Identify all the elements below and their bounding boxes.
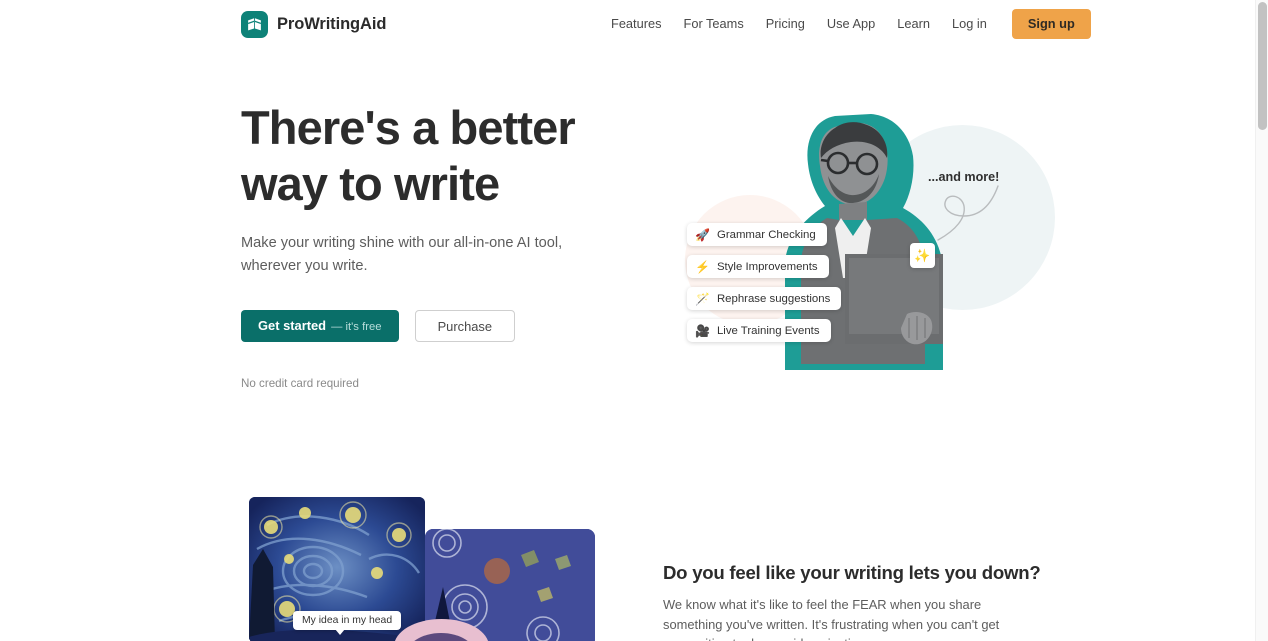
camera-icon: 🎥 xyxy=(695,323,710,338)
get-started-button[interactable]: Get started — it's free xyxy=(241,310,399,342)
get-started-label: Get started xyxy=(258,318,327,333)
feature-badge-label: Live Training Events xyxy=(716,324,820,337)
feature-badge-list: 🚀 Grammar Checking ⚡ Style Improvements … xyxy=(687,223,842,342)
wand-icon: 🪄 xyxy=(695,291,710,306)
page-root: ProWritingAid Features For Teams Pricing… xyxy=(0,0,1268,641)
nav-link-log-in[interactable]: Log in xyxy=(941,12,998,37)
nav-link-learn[interactable]: Learn xyxy=(886,12,941,37)
nav-link-features[interactable]: Features xyxy=(600,12,673,37)
no-credit-card-note: No credit card required xyxy=(241,377,359,390)
nav-link-for-teams[interactable]: For Teams xyxy=(673,12,755,37)
page-scrollbar[interactable] xyxy=(1255,0,1268,641)
book-check-icon xyxy=(241,11,268,38)
feature-badge-live-training-events: 🎥 Live Training Events xyxy=(687,319,831,342)
hero-cta-group: Get started — it's free Purchase xyxy=(241,310,641,342)
sparkles-icon: ✨ xyxy=(910,243,935,268)
hero-illustration: ...and more! ✨ 🚀 Grammar Checking ⚡ Styl… xyxy=(655,100,1055,390)
brand-logo-link[interactable]: ProWritingAid xyxy=(241,11,386,38)
main-navigation: Features For Teams Pricing Use App Learn… xyxy=(600,0,1091,48)
bolt-icon: ⚡ xyxy=(695,259,710,274)
nav-link-use-app[interactable]: Use App xyxy=(816,12,886,37)
hero-title: There's a better way to write xyxy=(241,101,576,210)
feature-badge-label: Rephrase suggestions xyxy=(716,292,831,305)
hero-section: There's a better way to write Make your … xyxy=(241,100,641,390)
hero-subtitle: Make your writing shine with our all-in-… xyxy=(241,235,563,274)
lower-section-title: Do you feel like your writing lets you d… xyxy=(663,562,1041,583)
artwork-comparison: My idea in my head xyxy=(249,497,595,641)
lower-section-body: We know what it's like to feel the FEAR … xyxy=(663,597,1000,641)
scrollbar-thumb[interactable] xyxy=(1258,2,1267,130)
idea-caption-bubble: My idea in my head xyxy=(293,611,402,635)
decorative-purple-shape xyxy=(406,633,476,641)
feature-badge-grammar-checking: 🚀 Grammar Checking xyxy=(687,223,827,246)
sign-up-button[interactable]: Sign up xyxy=(1011,8,1091,40)
and-more-annotation: ...and more! xyxy=(928,170,1000,184)
nav-link-pricing[interactable]: Pricing xyxy=(755,12,816,37)
get-started-suffix: — it's free xyxy=(331,321,382,333)
site-header: ProWritingAid Features For Teams Pricing… xyxy=(0,0,1256,48)
feature-badge-style-improvements: ⚡ Style Improvements xyxy=(687,255,829,278)
purchase-button[interactable]: Purchase xyxy=(414,310,516,342)
lower-content-section: Do you feel like your writing lets you d… xyxy=(663,562,1041,641)
rocket-icon: 🚀 xyxy=(695,227,710,242)
feature-badge-label: Style Improvements xyxy=(716,260,818,273)
feature-badge-rephrase-suggestions: 🪄 Rephrase suggestions xyxy=(687,287,842,310)
feature-badge-label: Grammar Checking xyxy=(716,228,816,241)
brand-name: ProWritingAid xyxy=(277,15,387,33)
